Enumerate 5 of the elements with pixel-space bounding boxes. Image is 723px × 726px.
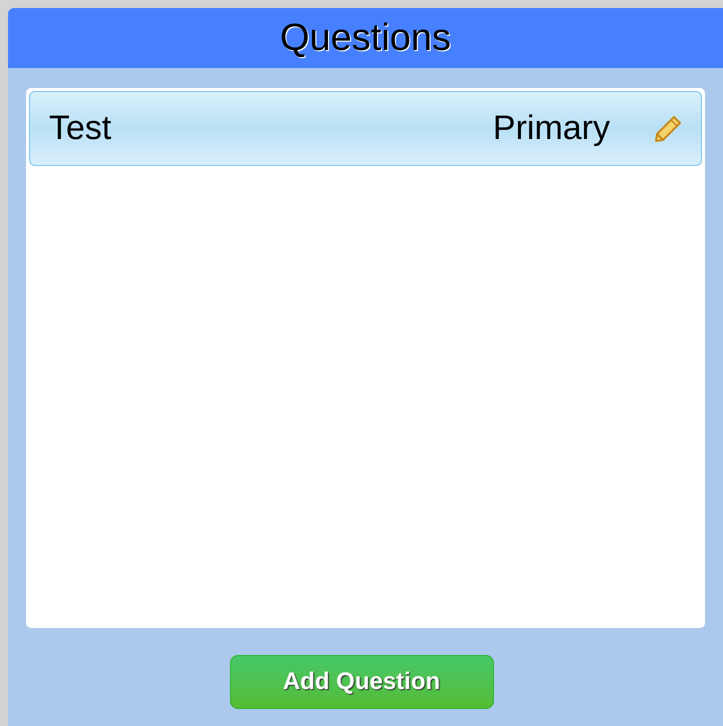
question-type: Primary bbox=[492, 108, 610, 149]
question-row[interactable]: Test Primary bbox=[29, 91, 702, 166]
panel-title: Questions bbox=[280, 16, 452, 60]
pencil-icon[interactable] bbox=[654, 114, 682, 142]
question-name: Test bbox=[49, 108, 112, 149]
